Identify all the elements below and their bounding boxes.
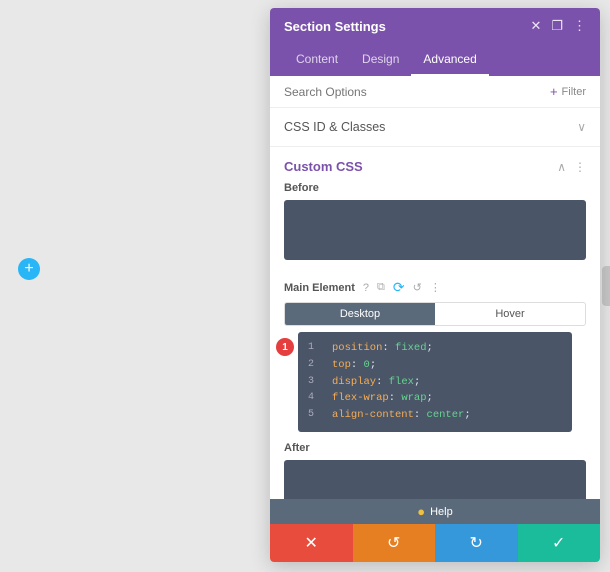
line-num-4: 4 xyxy=(308,390,324,406)
copy-icon[interactable]: ⧉ xyxy=(377,281,385,294)
expand-icon[interactable]: ❐ xyxy=(551,18,563,34)
help-bar: ● Help xyxy=(270,499,600,524)
panel-header: Section Settings ✕ ❐ ⋮ xyxy=(270,8,600,44)
custom-css-section: Custom CSS ∧ ⋮ Before Main Element ? ⧉ ⟳… xyxy=(270,147,600,499)
save-button[interactable]: ✓ xyxy=(518,524,601,562)
code-editor-container: 1 1 position: fixed; 2 top: 0; 3 display xyxy=(284,332,586,432)
more-icon[interactable]: ⋮ xyxy=(573,18,586,34)
search-input[interactable] xyxy=(284,85,550,99)
panel-tabs: Content Design Advanced xyxy=(270,44,600,76)
plus-icon: + xyxy=(24,260,33,278)
code-line-4: 4 flex-wrap: wrap; xyxy=(308,390,562,407)
css-id-label: CSS ID & Classes xyxy=(284,120,385,134)
tab-content[interactable]: Content xyxy=(284,44,350,76)
redo-icon: ↻ xyxy=(470,533,483,553)
after-textarea[interactable] xyxy=(284,460,586,499)
panel-body: CSS ID & Classes ∨ Custom CSS ∧ ⋮ Before xyxy=(270,108,600,499)
custom-css-title: Custom CSS xyxy=(284,159,363,174)
line-num-2: 2 xyxy=(308,357,324,373)
undo-icon[interactable]: ↺ xyxy=(413,281,422,294)
search-bar: + Filter xyxy=(270,76,600,108)
line-content-4: flex-wrap: wrap; xyxy=(332,390,433,407)
line-num-3: 3 xyxy=(308,374,324,390)
chevron-down-icon: ∨ xyxy=(577,120,586,134)
reset-button[interactable]: ↺ xyxy=(353,524,436,562)
css-id-header[interactable]: CSS ID & Classes ∨ xyxy=(270,108,600,146)
filter-label: Filter xyxy=(562,86,586,98)
desktop-tab[interactable]: Desktop xyxy=(285,303,435,325)
action-buttons: ✕ ↺ ↻ ✓ xyxy=(270,524,600,562)
save-check-icon: ✓ xyxy=(552,533,565,553)
css-id-section: CSS ID & Classes ∨ xyxy=(270,108,600,147)
filter-button[interactable]: + Filter xyxy=(550,84,586,99)
question-icon[interactable]: ? xyxy=(363,282,369,294)
more-options-icon[interactable]: ⋮ xyxy=(574,160,586,174)
cancel-button[interactable]: ✕ xyxy=(270,524,353,562)
reset-icon: ↺ xyxy=(387,533,400,553)
collapse-icon[interactable]: ∧ xyxy=(557,160,566,174)
panel-footer: ● Help ✕ ↺ ↻ ✓ xyxy=(270,499,600,562)
tab-design[interactable]: Design xyxy=(350,44,411,76)
line-content-5: align-content: center; xyxy=(332,407,471,424)
hover-tab[interactable]: Hover xyxy=(435,303,585,325)
code-line-5: 5 align-content: center; xyxy=(308,407,562,424)
line-num-1: 1 xyxy=(308,340,324,356)
after-label: After xyxy=(270,442,600,460)
line-num-5: 5 xyxy=(308,407,324,423)
filter-plus-icon: + xyxy=(550,84,558,99)
page-background: + Section Settings ✕ ❐ ⋮ Content Design … xyxy=(0,0,610,572)
help-circle-icon: ● xyxy=(417,504,425,519)
close-icon[interactable]: ✕ xyxy=(530,18,541,34)
view-tabs: Desktop Hover xyxy=(284,302,586,326)
dots-icon[interactable]: ⋮ xyxy=(430,281,441,294)
before-label: Before xyxy=(270,182,600,200)
error-badge: 1 xyxy=(276,338,294,356)
resize-handle[interactable] xyxy=(602,266,610,306)
code-line-2: 2 top: 0; xyxy=(308,357,562,374)
custom-css-icons: ∧ ⋮ xyxy=(557,160,586,174)
line-content-3: display: flex; xyxy=(332,374,420,391)
code-line-3: 3 display: flex; xyxy=(308,374,562,391)
custom-css-header: Custom CSS ∧ ⋮ xyxy=(270,147,600,182)
line-content-1: position: fixed; xyxy=(332,340,433,357)
section-settings-panel: Section Settings ✕ ❐ ⋮ Content Design Ad… xyxy=(270,8,600,562)
main-element-label: Main Element xyxy=(284,282,355,294)
before-textarea[interactable] xyxy=(284,200,586,260)
cancel-icon: ✕ xyxy=(305,533,318,553)
tab-advanced[interactable]: Advanced xyxy=(411,44,488,76)
code-line-1: 1 position: fixed; xyxy=(308,340,562,357)
redo-button[interactable]: ↻ xyxy=(435,524,518,562)
line-content-2: top: 0; xyxy=(332,357,376,374)
panel-title: Section Settings xyxy=(284,19,386,34)
sync-icon[interactable]: ⟳ xyxy=(393,279,405,296)
main-element-bar: Main Element ? ⧉ ⟳ ↺ ⋮ xyxy=(270,275,600,302)
panel-header-actions: ✕ ❐ ⋮ xyxy=(530,18,586,34)
code-editor[interactable]: 1 position: fixed; 2 top: 0; 3 display: … xyxy=(298,332,572,432)
help-label: Help xyxy=(430,506,453,518)
add-button[interactable]: + xyxy=(18,258,40,280)
